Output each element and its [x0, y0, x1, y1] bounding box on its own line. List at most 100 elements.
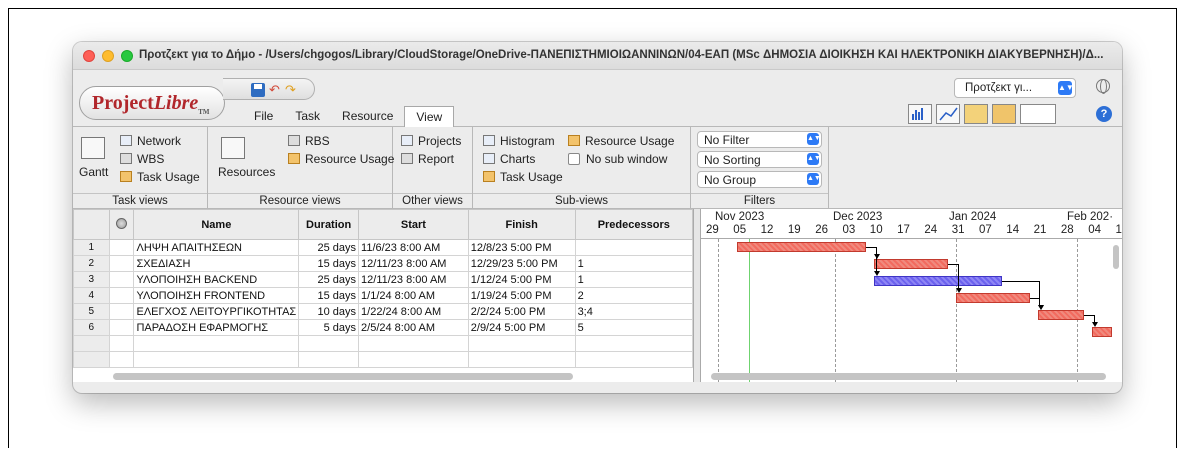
row-number[interactable]: 6: [73, 319, 110, 336]
task-predecessors[interactable]: 1: [574, 255, 693, 272]
gantt-button[interactable]: Gantt: [79, 165, 108, 179]
task-finish[interactable]: 2/2/24 5:00 PM: [467, 303, 576, 320]
task-start[interactable]: 11/6/23 8:00 AM: [358, 239, 469, 256]
task-duration[interactable]: 15 days: [298, 287, 360, 304]
charts-button[interactable]: Charts: [483, 152, 535, 166]
task-duration[interactable]: 25 days: [298, 239, 360, 256]
wbs-button[interactable]: WBS: [120, 152, 164, 166]
sorting-select[interactable]: No Sorting ▲▼: [697, 151, 822, 168]
task-name[interactable]: ΣΧΕΔΙΑΣΗ: [133, 255, 300, 272]
undo-icon[interactable]: ↶: [269, 83, 283, 97]
finish-header[interactable]: Finish: [467, 209, 576, 240]
task-duration[interactable]: [298, 351, 360, 368]
project-selector[interactable]: Προτζεκτ γι... ▲▼: [954, 78, 1076, 98]
task-start[interactable]: 12/11/23 8:00 AM: [358, 255, 469, 272]
row-number[interactable]: 4: [73, 287, 110, 304]
indicator-cell[interactable]: [108, 303, 135, 320]
gantt-task-bar[interactable]: [1092, 327, 1112, 337]
task-predecessors[interactable]: 3;4: [574, 303, 693, 320]
gantt-task-bar[interactable]: [737, 242, 866, 252]
no-sub-window-checkbox[interactable]: No sub window: [568, 152, 667, 166]
task-name[interactable]: ΕΛΕΓΧΟΣ ΛΕΙΤΟΥΡΓΙΚΟΤΗΤΑΣ: [133, 303, 300, 320]
indicator-cell[interactable]: [108, 335, 135, 352]
task-name[interactable]: [133, 351, 300, 368]
resource-usage-button[interactable]: Resource Usage: [288, 152, 394, 166]
resource-usage-view-icon[interactable]: [992, 104, 1016, 124]
row-number[interactable]: 3: [73, 271, 110, 288]
task-predecessors[interactable]: 5: [574, 319, 693, 336]
group-select[interactable]: No Group ▲▼: [697, 171, 822, 188]
projects-button[interactable]: Projects: [401, 134, 461, 148]
table-row[interactable]: 6 ΠΑΡΑΔΟΣΗ ΕΦΑΡΜΟΓΗΣ 5 days 2/5/24 8:00 AM 2…: [73, 319, 693, 336]
task-duration[interactable]: 10 days: [298, 303, 360, 320]
start-header[interactable]: Start: [358, 209, 469, 240]
table-row[interactable]: 5 ΕΛΕΓΧΟΣ ΛΕΙΤΟΥΡΓΙΚΟΤΗΤΑΣ 10 days 1/22/24 …: [73, 303, 693, 320]
report-button[interactable]: Report: [401, 152, 454, 166]
gantt-task-bar[interactable]: [873, 276, 1003, 286]
histogram-view-icon[interactable]: [908, 104, 932, 124]
gantt-horizontal-scrollbar[interactable]: [711, 373, 1106, 380]
task-name[interactable]: ΠΑΡΑΔΟΣΗ ΕΦΑΡΜΟΓΗΣ: [133, 319, 300, 336]
task-finish[interactable]: 1/19/24 5:00 PM: [467, 287, 576, 304]
resources-icon[interactable]: [221, 137, 245, 159]
task-duration[interactable]: [298, 335, 360, 352]
row-number[interactable]: 5: [73, 303, 110, 320]
filter-select[interactable]: No Filter ▲▼: [697, 131, 822, 148]
task-predecessors[interactable]: [574, 335, 693, 352]
table-row[interactable]: 2 ΣΧΕΔΙΑΣΗ 15 days 12/11/23 8:00 AM 12/29/23…: [73, 255, 693, 272]
task-duration[interactable]: 5 days: [298, 319, 360, 336]
minimize-button[interactable]: [102, 50, 114, 62]
task-start[interactable]: [358, 335, 469, 352]
redo-icon[interactable]: ↷: [285, 83, 299, 97]
gantt-task-bar[interactable]: [1037, 310, 1085, 320]
indicator-cell[interactable]: [108, 351, 135, 368]
network-button[interactable]: Network: [120, 134, 181, 148]
task-predecessors[interactable]: [574, 351, 693, 368]
indicator-header[interactable]: [108, 209, 135, 240]
task-duration[interactable]: 15 days: [298, 255, 360, 272]
task-finish[interactable]: [467, 351, 576, 368]
task-predecessors[interactable]: 2: [574, 287, 693, 304]
task-start[interactable]: [358, 351, 469, 368]
task-finish[interactable]: 2/9/24 5:00 PM: [467, 319, 576, 336]
task-start[interactable]: 12/11/23 8:00 AM: [358, 271, 469, 288]
resources-button[interactable]: Resources: [218, 165, 275, 179]
indicator-cell[interactable]: [108, 255, 135, 272]
row-number[interactable]: 1: [73, 239, 110, 256]
task-usage-button[interactable]: Task Usage: [120, 170, 200, 184]
sub-task-usage-button[interactable]: Task Usage: [483, 170, 563, 184]
save-icon[interactable]: [251, 83, 265, 97]
zoom-button[interactable]: [121, 50, 133, 62]
histogram-button[interactable]: Histogram: [483, 134, 555, 148]
task-start[interactable]: 2/5/24 8:00 AM: [358, 319, 469, 336]
tab-task[interactable]: Task: [284, 106, 331, 127]
table-row[interactable]: [73, 351, 693, 368]
help-icon[interactable]: ?: [1096, 106, 1112, 122]
gantt-icon[interactable]: [81, 137, 105, 159]
table-horizontal-scrollbar[interactable]: [113, 373, 573, 380]
task-finish[interactable]: 1/12/24 5:00 PM: [467, 271, 576, 288]
task-start[interactable]: 1/1/24 8:00 AM: [358, 287, 469, 304]
indicator-cell[interactable]: [108, 271, 135, 288]
task-finish[interactable]: [467, 335, 576, 352]
duration-header[interactable]: Duration: [298, 209, 360, 240]
tab-file[interactable]: File: [243, 106, 284, 127]
sub-resource-usage-button[interactable]: Resource Usage: [568, 134, 674, 148]
tab-resource[interactable]: Resource: [331, 106, 404, 127]
task-duration[interactable]: 25 days: [298, 271, 360, 288]
charts-view-icon[interactable]: [936, 104, 960, 124]
table-row[interactable]: [73, 335, 693, 352]
tab-view[interactable]: View: [404, 106, 455, 127]
table-row[interactable]: 1 ΛΗΨΗ ΑΠΑΙΤΗΣΕΩΝ 25 days 11/6/23 8:00 AM 12…: [73, 239, 693, 256]
task-finish[interactable]: 12/29/23 5:00 PM: [467, 255, 576, 272]
indicator-cell[interactable]: [108, 319, 135, 336]
predecessors-header[interactable]: Predecessors: [574, 209, 693, 240]
task-predecessors[interactable]: [574, 239, 693, 256]
globe-icon[interactable]: [1096, 79, 1110, 94]
row-number[interactable]: [73, 351, 110, 368]
task-name[interactable]: ΥΛΟΠΟΙΗΣΗ FRONTEND: [133, 287, 300, 304]
task-name[interactable]: ΛΗΨΗ ΑΠΑΙΤΗΣΕΩΝ: [133, 239, 300, 256]
gantt-task-bar[interactable]: [873, 259, 948, 269]
no-sub-window-icon[interactable]: [1020, 104, 1056, 124]
task-name[interactable]: [133, 335, 300, 352]
